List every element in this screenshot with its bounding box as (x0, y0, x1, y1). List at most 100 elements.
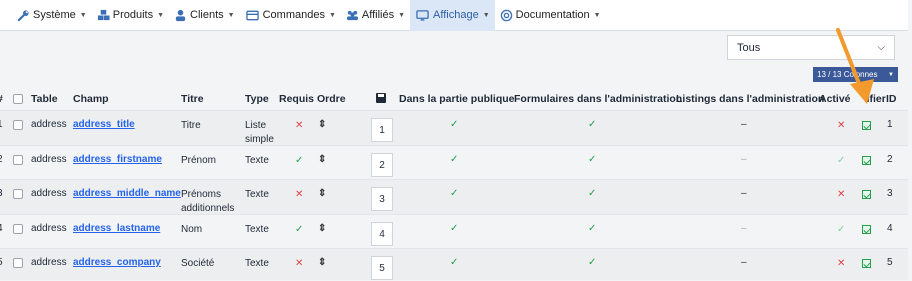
menu-clients[interactable]: Clients ▼ (169, 0, 240, 31)
sort-handle-icon[interactable]: ⇕ (318, 119, 326, 130)
dash-icon: – (741, 154, 747, 165)
row-checkbox[interactable] (13, 258, 23, 271)
field-name-link[interactable]: address_firstname (73, 154, 162, 165)
header-listings[interactable]: Listings dans l'administration (676, 93, 824, 105)
row-checkbox[interactable] (13, 120, 23, 133)
check-icon: ✓ (450, 154, 459, 165)
dash-icon: – (741, 119, 747, 130)
row-type: Texte (245, 258, 269, 269)
check-icon: ✓ (450, 119, 459, 130)
order-input[interactable]: 3 (371, 187, 393, 211)
menu-documentation[interactable]: Documentation ▼ (495, 0, 606, 31)
header-titre[interactable]: Titre (181, 93, 204, 105)
field-name-link[interactable]: address_company (73, 257, 161, 268)
row-checkbox[interactable] (13, 189, 23, 202)
sort-handle-icon[interactable]: ⇕ (318, 223, 326, 234)
menu-label: Produits (112, 9, 154, 21)
menu-commandes[interactable]: Commandes ▼ (240, 0, 341, 31)
menu-systeme[interactable]: Système ▼ (12, 0, 92, 31)
order-input[interactable]: 5 (371, 256, 393, 280)
row-type: Texte (245, 224, 269, 235)
caret-down-icon: ▼ (482, 11, 490, 19)
check-icon: ✓ (588, 257, 597, 268)
sort-handle-icon[interactable]: ⇕ (318, 188, 326, 199)
header-active[interactable]: Activé (819, 93, 851, 105)
order-input[interactable]: 1 (371, 118, 393, 142)
menu-affichage[interactable]: Affichage ▼ (410, 0, 495, 31)
header-table[interactable]: Table (31, 93, 58, 105)
row-requis: ✓ (295, 155, 303, 166)
check-icon: ✓ (588, 119, 597, 130)
cross-icon: ✕ (295, 120, 304, 131)
table-header-row: # Table Champ Titre Type Requis Ordre Da… (0, 86, 908, 110)
check-icon: ✓ (450, 223, 459, 234)
monitor-icon (415, 9, 433, 22)
table-row: 3 address address_middle_namePrénoms addit… (0, 179, 908, 214)
save-order-icon[interactable] (376, 93, 386, 106)
menu-label: Système (33, 9, 76, 21)
row-type: Texte (245, 155, 269, 166)
row-public: ✓ (450, 223, 458, 234)
cross-icon: ✕ (837, 258, 846, 269)
menu-label: Clients (190, 9, 224, 21)
row-listings: – (741, 119, 747, 130)
row-num: 4 (0, 223, 3, 234)
order-input[interactable]: 4 (371, 222, 393, 246)
row-listings: – (741, 257, 747, 268)
row-public: ✓ (450, 154, 458, 165)
row-titre: Prénom (181, 155, 217, 166)
edit-icon[interactable] (862, 225, 871, 237)
check-icon: ✓ (837, 224, 846, 235)
field-name-link[interactable]: address_middle_name (73, 188, 181, 199)
header-public[interactable]: Dans la partie publique (399, 93, 515, 105)
row-requis: ✕ (295, 189, 303, 200)
row-checkbox[interactable] (13, 155, 23, 168)
row-public: ✓ (450, 188, 458, 199)
sort-handle-icon[interactable]: ⇕ (318, 154, 326, 165)
row-listings: – (741, 188, 747, 199)
cross-icon: ✕ (837, 120, 846, 131)
check-icon: ✓ (588, 188, 597, 199)
cross-icon: ✕ (837, 189, 846, 200)
row-checkbox[interactable] (13, 224, 23, 237)
header-forms[interactable]: Formulaires dans l'administration (514, 93, 682, 105)
edit-icon[interactable] (862, 190, 871, 202)
check-icon: ✓ (588, 223, 597, 234)
row-listings: – (741, 223, 747, 234)
menu-label: Documentation (515, 9, 590, 21)
row-forms: ✓ (588, 188, 596, 199)
header-id[interactable]: ID (886, 93, 897, 105)
order-input[interactable]: 2 (371, 153, 393, 177)
caret-down-icon: ▼ (398, 11, 406, 19)
row-active: ✕ (837, 189, 845, 200)
select-all-checkbox[interactable] (13, 94, 23, 107)
dash-icon: – (741, 223, 747, 234)
caret-down-icon: ▼ (328, 11, 336, 19)
columns-toggle-button[interactable]: 13 / 13 Colonnes ▼ (813, 67, 898, 82)
columns-toggle-label: 13 / 13 Colonnes (817, 70, 878, 79)
edit-icon[interactable] (862, 259, 871, 271)
header-champ[interactable]: Champ (73, 93, 109, 105)
menu-label: Affiliés (361, 9, 395, 21)
menu-produits[interactable]: Produits ▼ (92, 0, 169, 31)
field-name-link[interactable]: address_title (73, 119, 135, 130)
header-type[interactable]: Type (245, 93, 269, 105)
header-ordre[interactable]: Ordre (317, 93, 346, 105)
wrench-icon (17, 9, 33, 22)
header-modifier[interactable]: Modifier (865, 93, 886, 105)
sort-handle-icon[interactable]: ⇕ (318, 257, 326, 268)
row-requis: ✕ (295, 258, 303, 269)
row-num: 5 (0, 257, 3, 268)
cross-icon: ✕ (295, 258, 304, 269)
table-row: 1 address address_title Titre Liste simple ✕ ⇕… (0, 110, 908, 145)
field-name-link[interactable]: address_lastname (73, 223, 160, 234)
edit-icon[interactable] (862, 121, 871, 133)
status-filter-select[interactable]: Tous ⌵ (727, 35, 895, 60)
status-filter-value: Tous (737, 41, 761, 54)
top-menu-bar: Système ▼ Produits ▼ Clients ▼ Commandes ▼ Affil… (0, 0, 908, 31)
menu-affilies[interactable]: Affiliés ▼ (341, 0, 410, 31)
edit-icon[interactable] (862, 156, 871, 168)
header-requis[interactable]: Requis (279, 93, 314, 105)
lifebuoy-icon (500, 9, 516, 22)
row-id: 3 (887, 188, 893, 199)
